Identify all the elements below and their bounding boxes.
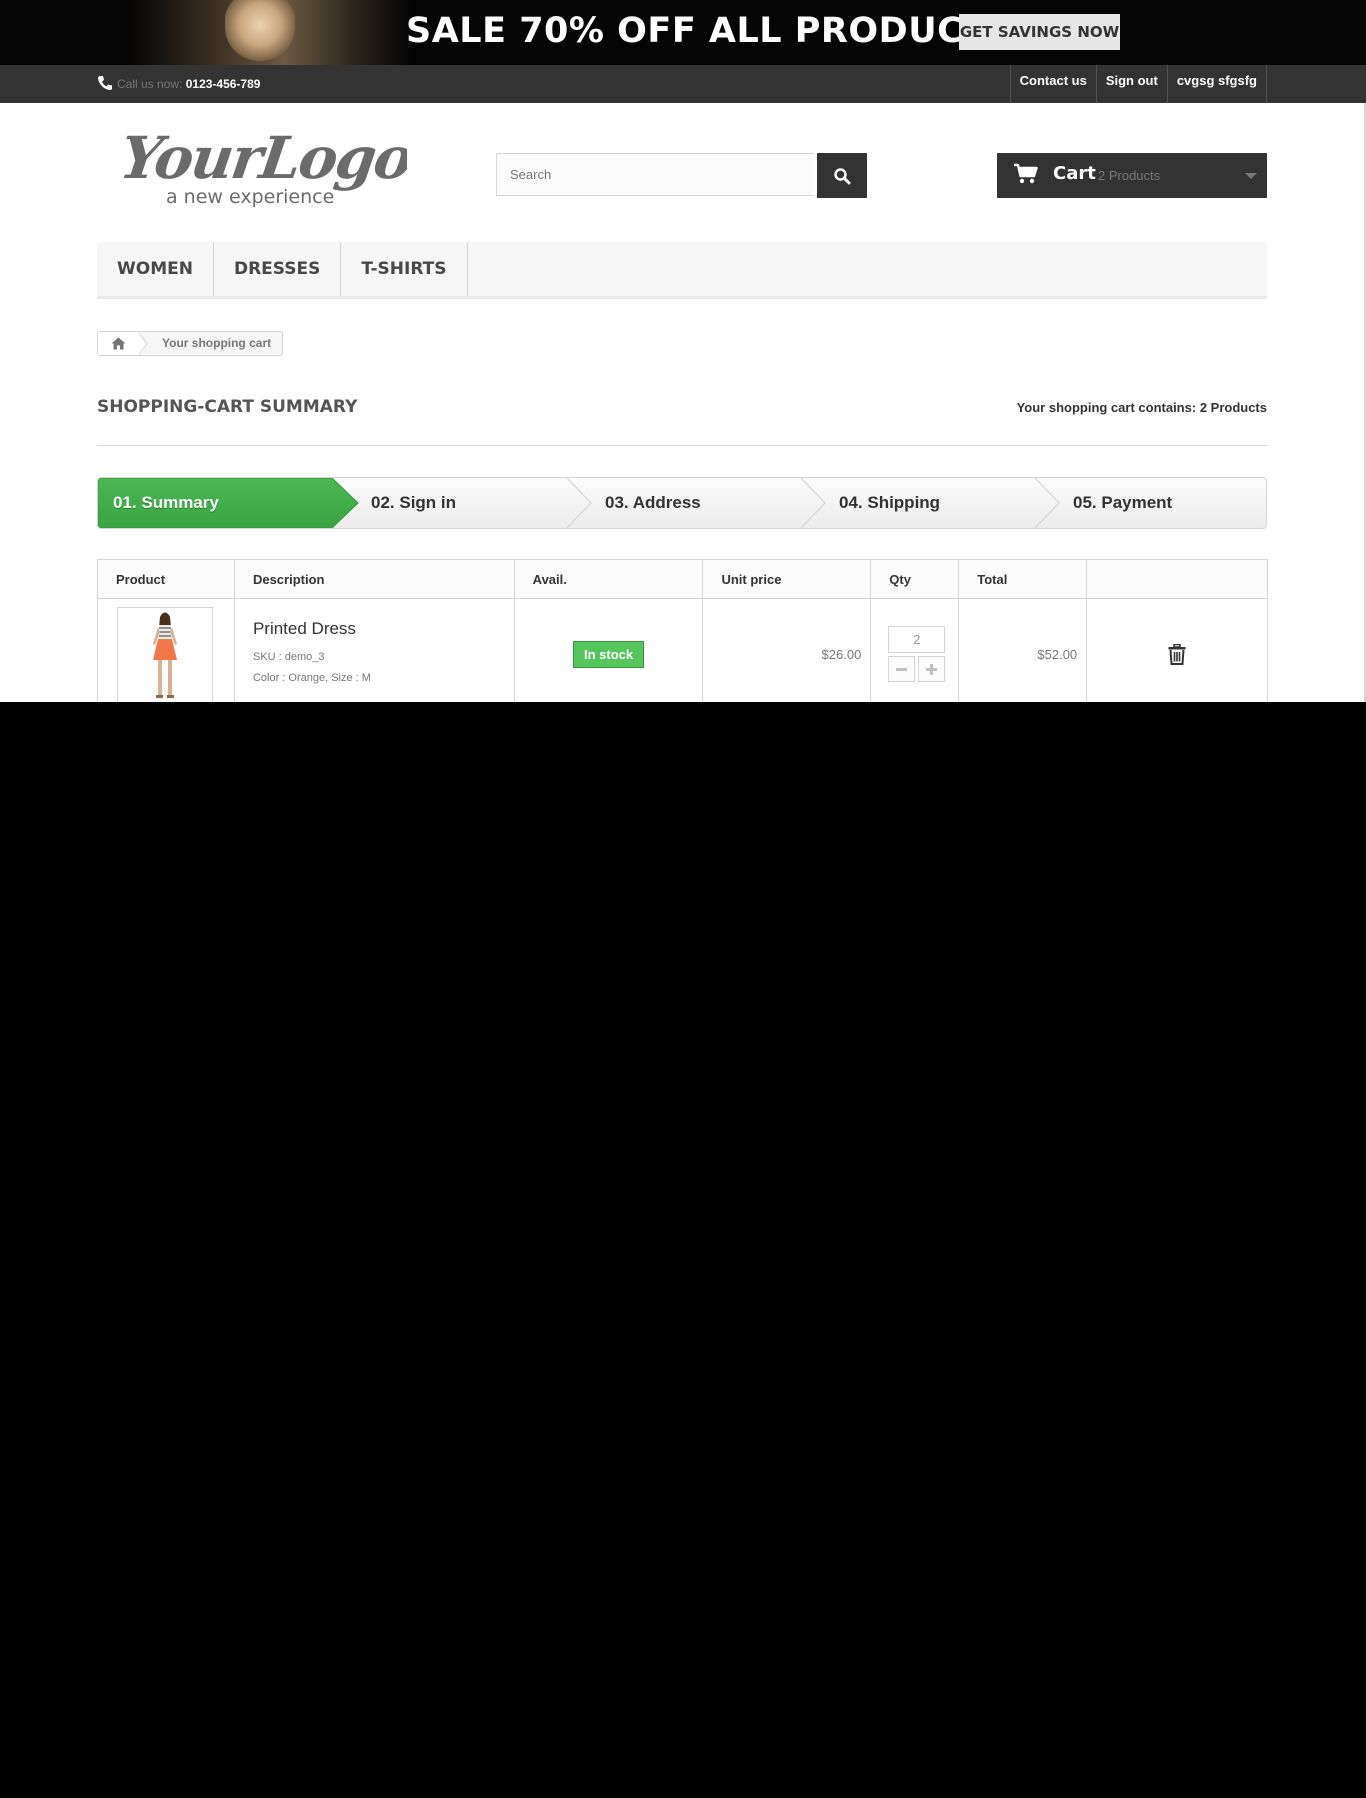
step-separator (566, 478, 592, 528)
phone-number: 0123-456-789 (185, 77, 261, 91)
search-input[interactable] (496, 153, 814, 196)
page: SALE 70% OFF ALL PRODUCTS GET SAVINGS NO… (0, 0, 1366, 702)
column-header-product: Product (97, 559, 235, 599)
top-nav-bar: Call us now: 0123-456-789 Contact us Sig… (0, 65, 1366, 103)
menu-item-t-shirts[interactable]: T-shirts (341, 242, 468, 296)
search-button[interactable] (817, 153, 867, 198)
product-image (153, 612, 177, 698)
product-name[interactable]: Printed Dress (253, 619, 514, 639)
phone-icon (98, 76, 112, 90)
description-cell: Printed Dress SKU : demo_3 Color : Orang… (233, 598, 515, 702)
breadcrumb: Your shopping cart (97, 331, 284, 356)
checkout-steps: 01. Summary 02. Sign in 03. Address 04. … (97, 477, 1267, 529)
product-sku: SKU : demo_3 (252, 651, 325, 663)
step-sign-in[interactable]: 02. Sign in (371, 478, 456, 528)
qty-cell (870, 598, 960, 702)
search-form (496, 153, 867, 198)
menu-item-women[interactable]: Women (97, 242, 214, 296)
product-cell (97, 598, 235, 702)
account-name-link[interactable]: cvgsg sfgsfg (1166, 65, 1267, 103)
trash-icon[interactable] (1168, 643, 1186, 665)
column-header-actions (1086, 559, 1268, 599)
product-thumbnail[interactable] (117, 607, 213, 702)
column-header-qty: Qty (870, 559, 960, 599)
account-links: Contact us Sign out cvgsg sfgsfg (1009, 65, 1267, 103)
quantity-input[interactable] (888, 626, 946, 653)
product-attributes[interactable]: Color : Orange, Size : M (253, 668, 514, 689)
table-header-row: Product Description Avail. Unit price Qt… (97, 559, 1268, 599)
step-address[interactable]: 03. Address (605, 478, 701, 528)
store-logo[interactable]: YourLogo a new experience (122, 120, 407, 210)
contact-us-link[interactable]: Contact us (1009, 65, 1096, 103)
cart-dropdown[interactable]: Cart 2 Products (997, 153, 1267, 198)
status-badge: In stock (573, 640, 645, 668)
column-header-total: Total (958, 559, 1088, 599)
availability-cell: In stock (513, 598, 704, 702)
plus-icon (926, 663, 938, 675)
get-savings-button[interactable]: GET SAVINGS NOW (959, 14, 1120, 50)
cart-icon (1014, 163, 1038, 184)
cart-label: Cart (1053, 163, 1096, 184)
minus-icon (896, 667, 908, 671)
cart-contents-count: Your shopping cart contains: 2 Products (1017, 400, 1267, 415)
banner-headline: SALE 70% OFF ALL PRODUCTS (406, 11, 1014, 51)
summary-heading: Shopping-cart summary Your shopping cart… (97, 394, 1267, 446)
step-separator (800, 478, 826, 528)
promo-banner[interactable]: SALE 70% OFF ALL PRODUCTS GET SAVINGS NO… (0, 0, 1366, 65)
menu-item-dresses[interactable]: Dresses (214, 242, 342, 296)
quantity-increase-button[interactable] (918, 656, 946, 682)
search-icon (834, 167, 851, 184)
column-header-unit-price: Unit price (702, 559, 872, 599)
chevron-down-icon (1245, 173, 1257, 179)
table-row: Printed Dress SKU : demo_3 Color : Orang… (97, 598, 1268, 702)
phone-label: Call us now: (117, 77, 183, 91)
line-total: $52.00 (958, 598, 1088, 702)
cart-contents-label: Your shopping cart contains: (1016, 400, 1197, 415)
home-icon (111, 337, 125, 350)
breadcrumb-home[interactable] (98, 332, 146, 355)
step-separator (1034, 478, 1060, 528)
quantity-decrease-button[interactable] (888, 656, 916, 682)
delete-cell (1086, 598, 1268, 702)
column-header-availability: Avail. (513, 559, 704, 599)
step-shipping[interactable]: 04. Shipping (839, 478, 940, 528)
step-summary[interactable]: 01. Summary (113, 478, 219, 528)
page-title: Shopping-cart summary (97, 397, 358, 417)
cart-table: Product Description Avail. Unit price Qt… (97, 559, 1268, 702)
column-header-description: Description (233, 559, 515, 599)
main-menu: Women Dresses T-shirts (97, 242, 1267, 299)
unit-price: $26.00 (702, 598, 872, 702)
breadcrumb-current: Your shopping cart (162, 336, 272, 350)
cart-contents-value: 2 Products (1199, 400, 1267, 415)
sign-out-link[interactable]: Sign out (1095, 65, 1167, 103)
quantity-stepper (888, 656, 958, 682)
phone-info: Call us now: 0123-456-789 (97, 72, 260, 96)
cart-count: 2 Products (1098, 168, 1161, 183)
logo-tagline: a new experience (166, 186, 334, 208)
logo-main-text: YourLogo (122, 123, 407, 192)
step-payment[interactable]: 05. Payment (1073, 478, 1172, 528)
